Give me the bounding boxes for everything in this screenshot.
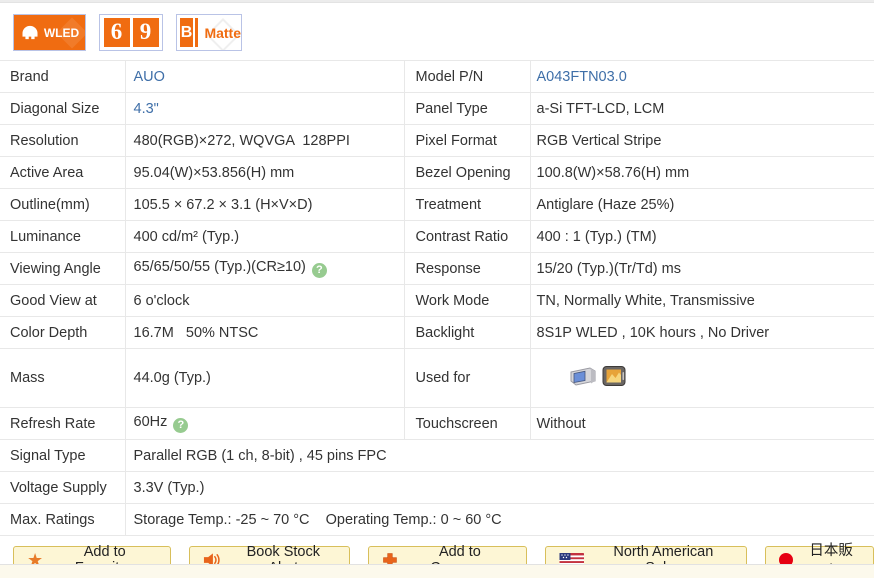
- spec-value: TN, Normally White, Transmissive: [530, 285, 874, 317]
- stock-69-badge: 6 9: [99, 14, 163, 51]
- spec-label: Brand: [0, 61, 125, 93]
- spec-label: Model P/N: [404, 61, 530, 93]
- table-row: Voltage Supply 3.3V (Typ.): [0, 472, 874, 504]
- spec-value: 400 : 1 (Typ.) (TM): [530, 221, 874, 253]
- spec-label: Luminance: [0, 221, 125, 253]
- table-row: Signal Type Parallel RGB (1 ch, 8-bit) ,…: [0, 440, 874, 472]
- spec-value: Parallel RGB (1 ch, 8-bit) , 45 pins FPC: [125, 440, 874, 472]
- spec-value: 44.0g (Typ.): [125, 349, 404, 408]
- spec-value: 100.8(W)×58.76(H) mm: [530, 157, 874, 189]
- surface-bar: [195, 18, 198, 47]
- spec-value: 6 o'clock: [125, 285, 404, 317]
- portable-media-player-icon[interactable]: [602, 365, 627, 387]
- spec-label: Touchscreen: [404, 408, 530, 440]
- spec-label: Contrast Ratio: [404, 221, 530, 253]
- table-row: Good View at 6 o'clock Work Mode TN, Nor…: [0, 285, 874, 317]
- spec-value: AUO: [125, 61, 404, 93]
- spec-value: [530, 349, 874, 408]
- spec-value: 60Hz?: [125, 408, 404, 440]
- wled-lamp-icon: [20, 23, 40, 42]
- help-icon[interactable]: ?: [173, 418, 188, 433]
- spec-value: a-Si TFT-LCD, LCM: [530, 93, 874, 125]
- table-row: Brand AUO Model P/N A043FTN03.0: [0, 61, 874, 93]
- spec-label: Refresh Rate: [0, 408, 125, 440]
- table-row: Diagonal Size 4.3" Panel Type a-Si TFT-L…: [0, 93, 874, 125]
- spec-label: Resolution: [0, 125, 125, 157]
- table-row: Refresh Rate 60Hz? Touchscreen Without: [0, 408, 874, 440]
- table-row: Outline(mm) 105.5 × 67.2 × 3.1 (H×V×D) T…: [0, 189, 874, 221]
- spec-label: Viewing Angle: [0, 253, 125, 285]
- spec-label: Work Mode: [404, 285, 530, 317]
- stock-digit: 6: [104, 18, 130, 47]
- spec-value: RGB Vertical Stripe: [530, 125, 874, 157]
- spec-value: Storage Temp.: -25 ~ 70 °C Operating Tem…: [125, 504, 874, 536]
- spec-label: Backlight: [404, 317, 530, 349]
- spec-value: A043FTN03.0: [530, 61, 874, 93]
- spec-label: Diagonal Size: [0, 93, 125, 125]
- spec-label: Max. Ratings: [0, 504, 125, 536]
- spec-label: Panel Type: [404, 93, 530, 125]
- spec-label: Outline(mm): [0, 189, 125, 221]
- refresh-rate-value: 60Hz: [134, 414, 168, 430]
- surface-matte-label: Matte: [204, 25, 241, 41]
- wled-backlight-badge: WLED: [13, 14, 86, 51]
- spec-label: Active Area: [0, 157, 125, 189]
- feature-badges: WLED 6 9 B Matte: [0, 3, 874, 51]
- spec-label: Color Depth: [0, 317, 125, 349]
- table-row: Luminance 400 cd/m² (Typ.) Contrast Rati…: [0, 221, 874, 253]
- digital-camera-icon[interactable]: [569, 365, 597, 387]
- table-row: Viewing Angle 65/65/50/55 (Typ.)(CR≥10)?…: [0, 253, 874, 285]
- spec-label: Pixel Format: [404, 125, 530, 157]
- spec-label: Used for: [404, 349, 530, 408]
- spec-value: 480(RGB)×272, WQVGA 128PPI: [125, 125, 404, 157]
- spec-label: Treatment: [404, 189, 530, 221]
- spec-value: 400 cd/m² (Typ.): [125, 221, 404, 253]
- table-row: Mass 44.0g (Typ.) Used for: [0, 349, 874, 408]
- help-icon[interactable]: ?: [312, 263, 327, 278]
- spec-value: 4.3": [125, 93, 404, 125]
- spec-label: Signal Type: [0, 440, 125, 472]
- spec-value: 16.7M 50% NTSC: [125, 317, 404, 349]
- used-for-icons: [569, 365, 627, 387]
- wled-badge-label: WLED: [44, 26, 79, 40]
- spec-label: Mass: [0, 349, 125, 408]
- spec-label: Good View at: [0, 285, 125, 317]
- spec-label: Bezel Opening: [404, 157, 530, 189]
- spec-value: 105.5 × 67.2 × 3.1 (H×V×D): [125, 189, 404, 221]
- spec-label: Response: [404, 253, 530, 285]
- spec-value: 15/20 (Typ.)(Tr/Td) ms: [530, 253, 874, 285]
- spec-value: 3.3V (Typ.): [125, 472, 874, 504]
- surface-matte-badge: B Matte: [176, 14, 242, 51]
- bottom-strip: [0, 564, 874, 578]
- model-pn-link[interactable]: A043FTN03.0: [537, 69, 627, 85]
- spec-table: Brand AUO Model P/N A043FTN03.0 Diagonal…: [0, 60, 874, 536]
- spec-value: 65/65/50/55 (Typ.)(CR≥10)?: [125, 253, 404, 285]
- spec-label: Voltage Supply: [0, 472, 125, 504]
- surface-letter: B: [180, 18, 193, 47]
- table-row: Color Depth 16.7M 50% NTSC Backlight 8S1…: [0, 317, 874, 349]
- table-row: Active Area 95.04(W)×53.856(H) mm Bezel …: [0, 157, 874, 189]
- spec-value: Without: [530, 408, 874, 440]
- diagonal-size-link[interactable]: 4.3": [134, 101, 159, 117]
- spec-value: 95.04(W)×53.856(H) mm: [125, 157, 404, 189]
- spec-value: Antiglare (Haze 25%): [530, 189, 874, 221]
- stock-digit: 9: [133, 18, 159, 47]
- table-row: Max. Ratings Storage Temp.: -25 ~ 70 °C …: [0, 504, 874, 536]
- brand-link[interactable]: AUO: [134, 69, 165, 85]
- viewing-angle-value: 65/65/50/55 (Typ.)(CR≥10): [134, 259, 306, 275]
- table-row: Resolution 480(RGB)×272, WQVGA 128PPI Pi…: [0, 125, 874, 157]
- spec-value: 8S1P WLED , 10K hours , No Driver: [530, 317, 874, 349]
